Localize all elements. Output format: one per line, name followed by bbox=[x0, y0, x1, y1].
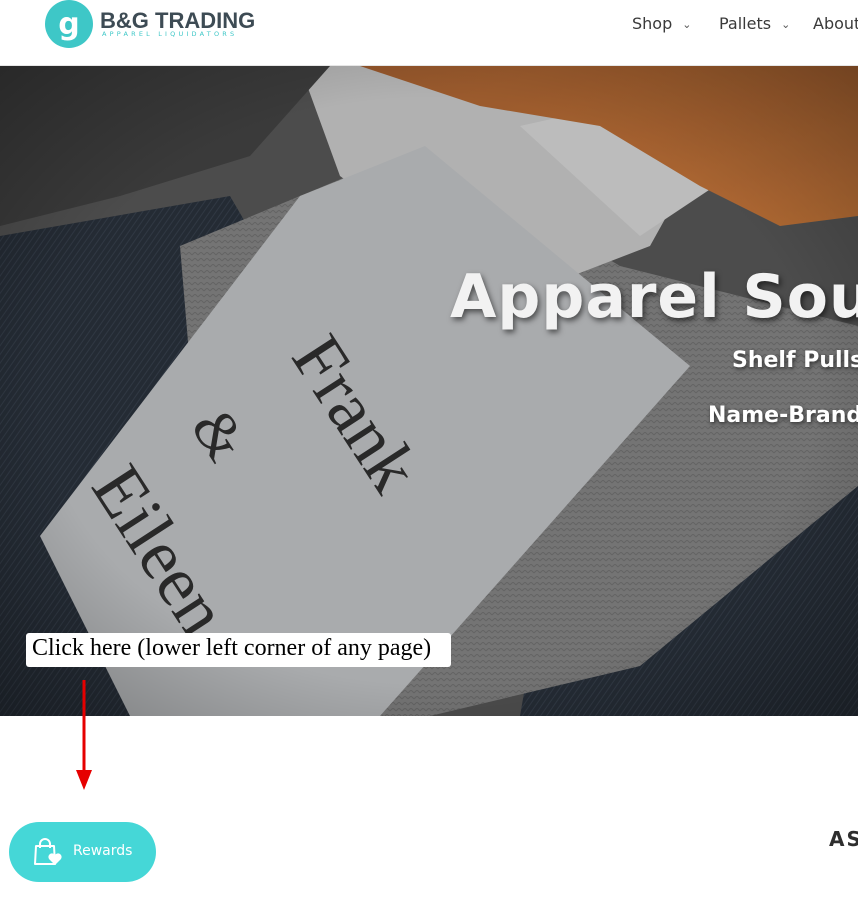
nav-item-label: About bbox=[813, 14, 858, 33]
rewards-label: Rewards bbox=[73, 843, 133, 859]
nav-item-about[interactable]: About bbox=[813, 14, 858, 33]
rewards-button[interactable]: Rewards bbox=[9, 822, 156, 882]
nav-item-pallets[interactable]: Pallets ⌄ bbox=[719, 14, 790, 33]
hero-banner[interactable]: Frank & Eileen Apparel Sour Shelf Pulls … bbox=[0, 66, 858, 716]
hero-subtitle-1: Shelf Pulls bbox=[732, 348, 858, 373]
nav-item-shop[interactable]: Shop ⌄ bbox=[632, 14, 691, 33]
hero-image: Frank & Eileen bbox=[0, 66, 858, 716]
section-heading: AS bbox=[829, 827, 858, 851]
shopping-bag-heart-icon bbox=[34, 838, 62, 865]
nav-item-label: Pallets bbox=[719, 14, 772, 33]
main-nav: Shop ⌄ Pallets ⌄ About bbox=[0, 14, 858, 38]
nav-item-label: Shop bbox=[632, 14, 673, 33]
hero-subtitle-2: Name-Brand bbox=[708, 403, 858, 428]
site-header: g B&G TRADING APPAREL LIQUIDATORS Shop ⌄ … bbox=[0, 0, 858, 66]
hero-title: Apparel Sour bbox=[450, 262, 858, 332]
annotation-callout: Click here (lower left corner of any pag… bbox=[26, 633, 451, 667]
chevron-down-icon: ⌄ bbox=[781, 18, 791, 31]
annotation-arrow-icon bbox=[76, 680, 92, 790]
chevron-down-icon: ⌄ bbox=[682, 18, 692, 31]
